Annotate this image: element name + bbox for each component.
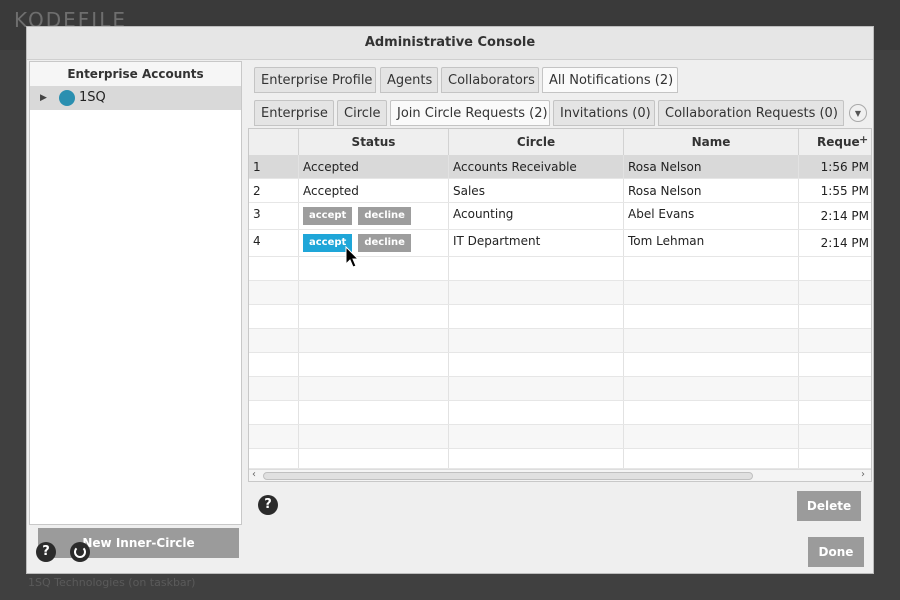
expand-arrow-icon[interactable]: ▶ xyxy=(40,86,47,110)
empty-row xyxy=(249,329,871,353)
row-circle: Sales xyxy=(449,179,624,202)
decline-button[interactable]: decline xyxy=(358,207,411,225)
row-name: Abel Evans xyxy=(624,203,799,229)
scroll-left-icon[interactable]: ‹ xyxy=(252,469,256,480)
empty-row xyxy=(249,377,871,401)
tab-enterprise[interactable]: Enterprise xyxy=(254,100,334,126)
scrollbar-thumb[interactable] xyxy=(263,472,753,480)
tab-join-circle-requests[interactable]: Join Circle Requests (2) xyxy=(390,100,550,126)
row-status: Accepted xyxy=(299,179,449,202)
admin-console-dialog: Administrative Console Enterprise Accoun… xyxy=(26,26,874,574)
horizontal-scrollbar[interactable]: ‹ › xyxy=(249,469,871,481)
tab-collaborators[interactable]: Collaborators xyxy=(441,67,539,93)
tree-item-1sq[interactable]: ▶ 1SQ xyxy=(30,86,241,110)
row-number: 4 xyxy=(249,230,299,256)
table-row[interactable]: 2 Accepted Sales Rosa Nelson 1:55 PM xyxy=(249,179,871,203)
enterprise-icon xyxy=(59,90,75,106)
row-time: 1:56 PM xyxy=(820,160,869,174)
tab-enterprise-profile[interactable]: Enterprise Profile xyxy=(254,67,376,93)
accept-button[interactable]: accept xyxy=(303,207,353,225)
tab-invitations[interactable]: Invitations (0) xyxy=(553,100,655,126)
empty-row xyxy=(249,401,871,425)
tab-menu-chevron-down-icon[interactable]: ▼ xyxy=(849,104,867,122)
row-status-actions: accept decline xyxy=(299,203,449,229)
row-circle: Acounting xyxy=(449,203,624,229)
empty-row xyxy=(249,281,871,305)
column-header-status[interactable]: Status xyxy=(299,129,449,155)
row-status: Accepted xyxy=(299,155,449,178)
row-number: 3 xyxy=(249,203,299,229)
add-column-icon[interactable]: + xyxy=(859,129,868,151)
empty-row xyxy=(249,449,871,469)
row-number: 2 xyxy=(249,179,299,202)
decline-button[interactable]: decline xyxy=(358,234,411,252)
enterprise-accounts-header: Enterprise Accounts xyxy=(30,62,241,87)
row-name: Rosa Nelson xyxy=(624,179,799,202)
done-button[interactable]: Done xyxy=(808,537,864,567)
empty-row xyxy=(249,353,871,377)
row-status-actions: accept decline xyxy=(299,230,449,256)
panel-help-icon[interactable]: ? xyxy=(258,495,278,515)
refresh-icon[interactable] xyxy=(70,542,90,562)
background-status: 1SQ Technologies (on taskbar) xyxy=(28,576,196,589)
mouse-cursor-icon xyxy=(345,246,360,268)
row-time: 2:14 PM xyxy=(820,209,869,223)
empty-row xyxy=(249,257,871,281)
empty-row xyxy=(249,425,871,449)
notifications-panel: Enterprise Profile Agents Collaborators … xyxy=(248,61,872,527)
row-time: 2:14 PM xyxy=(820,236,869,250)
new-inner-circle-button[interactable]: New Inner-Circle xyxy=(38,528,239,558)
scroll-right-icon[interactable]: › xyxy=(861,469,865,480)
row-number: 1 xyxy=(249,155,299,178)
dialog-help-icon[interactable]: ? xyxy=(36,542,56,562)
row-name: Rosa Nelson xyxy=(624,155,799,178)
column-header-number[interactable] xyxy=(249,129,299,155)
row-time: 1:55 PM xyxy=(820,184,869,198)
empty-row xyxy=(249,305,871,329)
row-circle: IT Department xyxy=(449,230,624,256)
tab-agents[interactable]: Agents xyxy=(380,67,438,93)
join-requests-table: Status Circle Name Reque + 1 Accepted Ac… xyxy=(248,128,872,482)
delete-button[interactable]: Delete xyxy=(797,491,861,521)
column-header-circle[interactable]: Circle xyxy=(449,129,624,155)
dialog-title: Administrative Console xyxy=(27,27,873,60)
table-row[interactable]: 4 accept decline IT Department Tom Lehman… xyxy=(249,230,871,257)
tab-collaboration-requests[interactable]: Collaboration Requests (0) xyxy=(658,100,844,126)
row-name: Tom Lehman xyxy=(624,230,799,256)
table-row[interactable]: 3 accept decline Acounting Abel Evans 2:1… xyxy=(249,203,871,230)
column-header-name[interactable]: Name xyxy=(624,129,799,155)
table-header: Status Circle Name Reque + xyxy=(249,129,871,156)
row-circle: Accounts Receivable xyxy=(449,155,624,178)
tab-all-notifications[interactable]: All Notifications (2) xyxy=(542,67,678,93)
table-row[interactable]: 1 Accepted Accounts Receivable Rosa Nels… xyxy=(249,155,871,179)
tab-circle[interactable]: Circle xyxy=(337,100,387,126)
tree-item-label: 1SQ xyxy=(79,90,106,105)
enterprise-accounts-panel: Enterprise Accounts ▶ 1SQ New Inner-Circ… xyxy=(29,61,242,558)
